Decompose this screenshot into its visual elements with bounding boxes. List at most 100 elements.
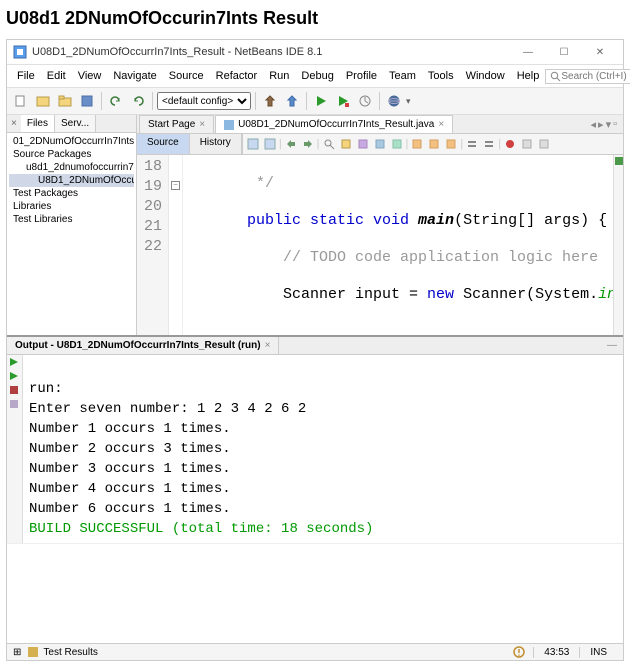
- et-icon[interactable]: [355, 136, 371, 152]
- file-tab[interactable]: U08D1_2DNumOfOccurrIn7Ints_Result.java×: [215, 115, 453, 133]
- maximize-button[interactable]: ☐: [547, 44, 581, 60]
- et-icon[interactable]: [409, 136, 425, 152]
- fold-column[interactable]: −: [169, 155, 183, 335]
- tab-scroll-left-icon[interactable]: ◂: [591, 118, 597, 131]
- output-text[interactable]: run: Enter seven number: 1 2 3 4 2 6 2 N…: [23, 355, 623, 543]
- et-icon[interactable]: [519, 136, 535, 152]
- tab-list-icon[interactable]: ▾: [606, 118, 612, 131]
- close-icon[interactable]: ×: [265, 340, 271, 351]
- et-icon[interactable]: [502, 136, 518, 152]
- close-icon[interactable]: ×: [438, 119, 444, 130]
- start-page-tab[interactable]: Start Page×: [139, 115, 214, 133]
- maximize-editor-icon[interactable]: ▫: [613, 118, 617, 131]
- search-box[interactable]: [545, 69, 630, 84]
- menu-bar: File Edit View Navigate Source Refactor …: [7, 65, 623, 88]
- et-icon[interactable]: [262, 136, 278, 152]
- menu-help[interactable]: Help: [511, 67, 546, 85]
- status-square-icon: [615, 157, 623, 165]
- tree-java-file[interactable]: U8D1_2DNumOfOccurrIn7I: [9, 174, 134, 187]
- et-icon[interactable]: [372, 136, 388, 152]
- minimize-output-icon[interactable]: —: [601, 340, 623, 351]
- tree-source-packages[interactable]: Source Packages: [9, 148, 134, 161]
- menu-team[interactable]: Team: [383, 67, 422, 85]
- ide-window: U08D1_2DNumOfOccurrIn7Ints_Result - NetB…: [6, 39, 624, 661]
- config-select[interactable]: <default config>: [157, 92, 251, 110]
- code-editor[interactable]: 18 19 20 21 22 − */ public static void m…: [137, 155, 623, 335]
- search-input[interactable]: [561, 71, 630, 82]
- menu-edit[interactable]: Edit: [41, 67, 72, 85]
- et-icon[interactable]: [464, 136, 480, 152]
- window-title: U08D1_2DNumOfOccurrIn7Ints_Result - NetB…: [32, 46, 511, 58]
- et-icon[interactable]: [481, 136, 497, 152]
- rerun-icon[interactable]: [9, 371, 21, 383]
- main-toolbar: <default config> ▾: [7, 88, 623, 115]
- tree-project[interactable]: 01_2DNumOfOccurrIn7Ints_Result: [9, 135, 134, 148]
- redo-icon[interactable]: [128, 91, 148, 111]
- menu-run[interactable]: Run: [263, 67, 295, 85]
- menu-refactor[interactable]: Refactor: [210, 67, 264, 85]
- new-file-icon[interactable]: [11, 91, 31, 111]
- settings-icon[interactable]: [9, 399, 21, 411]
- panel-close-icon[interactable]: ×: [7, 115, 21, 132]
- fold-minus-icon[interactable]: −: [171, 181, 180, 190]
- clean-build-icon[interactable]: [282, 91, 302, 111]
- project-panel: × Files Serv... 01_2DNumOfOccurrIn7Ints_…: [7, 115, 137, 335]
- menu-navigate[interactable]: Navigate: [107, 67, 162, 85]
- source-view-tab[interactable]: Source: [137, 134, 190, 154]
- et-icon[interactable]: [443, 136, 459, 152]
- close-button[interactable]: ✕: [583, 44, 617, 60]
- et-icon[interactable]: [338, 136, 354, 152]
- menu-view[interactable]: View: [72, 67, 108, 85]
- expand-icon[interactable]: ⊞: [13, 647, 27, 658]
- error-stripe[interactable]: [613, 155, 623, 335]
- et-icon[interactable]: [245, 136, 261, 152]
- files-tab[interactable]: Files: [21, 115, 55, 132]
- tree-test-libraries[interactable]: Test Libraries: [9, 213, 134, 226]
- profile-icon[interactable]: [355, 91, 375, 111]
- menu-file[interactable]: File: [11, 67, 41, 85]
- minimize-button[interactable]: —: [511, 44, 545, 60]
- et-icon[interactable]: [321, 136, 337, 152]
- output-tab[interactable]: Output - U8D1_2DNumOfOccurrIn7Ints_Resul…: [7, 337, 279, 354]
- output-panel: Output - U8D1_2DNumOfOccurrIn7Ints_Resul…: [7, 335, 623, 543]
- java-file-icon: [224, 120, 234, 130]
- tree-libraries[interactable]: Libraries: [9, 200, 134, 213]
- empty-area: [7, 543, 623, 643]
- services-tab[interactable]: Serv...: [55, 115, 96, 132]
- search-icon: [550, 71, 561, 82]
- menu-debug[interactable]: Debug: [295, 67, 339, 85]
- et-icon[interactable]: [536, 136, 552, 152]
- line-gutter: 18 19 20 21 22: [137, 155, 169, 335]
- open-icon[interactable]: [55, 91, 75, 111]
- history-view-tab[interactable]: History: [190, 134, 242, 154]
- build-icon[interactable]: [260, 91, 280, 111]
- save-all-icon[interactable]: [77, 91, 97, 111]
- insert-mode: INS: [579, 647, 617, 658]
- tab-scroll-right-icon[interactable]: ▸: [598, 118, 604, 131]
- et-icon[interactable]: [389, 136, 405, 152]
- code-lines[interactable]: */ public static void main(String[] args…: [183, 155, 613, 335]
- project-tree[interactable]: 01_2DNumOfOccurrIn7Ints_Result Source Pa…: [7, 133, 136, 228]
- new-project-icon[interactable]: [33, 91, 53, 111]
- editor-toolbar: | | | | |: [242, 134, 623, 154]
- stop-icon[interactable]: [9, 385, 21, 397]
- undo-icon[interactable]: [106, 91, 126, 111]
- debug-icon[interactable]: [333, 91, 353, 111]
- et-icon[interactable]: [300, 136, 316, 152]
- status-bar: ⊞ Test Results 43:53 INS: [7, 643, 623, 660]
- et-icon[interactable]: [283, 136, 299, 152]
- run-icon[interactable]: [311, 91, 331, 111]
- globe-icon[interactable]: [384, 91, 404, 111]
- menu-tools[interactable]: Tools: [422, 67, 460, 85]
- netbeans-icon: [13, 45, 27, 59]
- tree-package[interactable]: u8d1_2dnumofoccurrin7ints_res: [9, 161, 134, 174]
- menu-profile[interactable]: Profile: [340, 67, 383, 85]
- rerun-icon[interactable]: [9, 357, 21, 369]
- notifications-icon[interactable]: [505, 646, 533, 658]
- menu-source[interactable]: Source: [163, 67, 210, 85]
- et-icon[interactable]: [426, 136, 442, 152]
- tree-test-packages[interactable]: Test Packages: [9, 187, 134, 200]
- test-results-label[interactable]: Test Results: [39, 647, 97, 658]
- menu-window[interactable]: Window: [460, 67, 511, 85]
- close-icon[interactable]: ×: [199, 119, 205, 130]
